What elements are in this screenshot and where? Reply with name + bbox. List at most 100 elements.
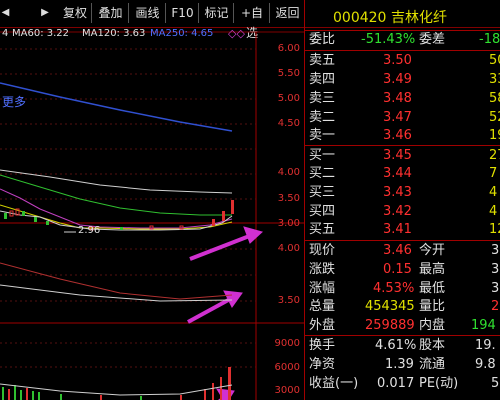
sell2-row[interactable]: 卖二 3.47 52 xyxy=(305,108,500,127)
sell4-row[interactable]: 卖四 3.49 33 xyxy=(305,70,500,89)
stats-value: 19. xyxy=(475,338,496,353)
stock-header: 000420 吉林化纤 xyxy=(305,7,500,29)
scroll-left-icon[interactable]: ◀ xyxy=(0,3,11,23)
overlay-button[interactable]: 叠加 xyxy=(93,3,129,23)
weicha-label: 委差 xyxy=(419,32,446,47)
quote-row-volume: 总量 454345 量比 2 xyxy=(305,297,500,316)
buy3-row[interactable]: 买三 3.43 4 xyxy=(305,183,500,202)
quote-value: 3 xyxy=(491,243,500,258)
weibi-row: 委比 -51.43% 委差 -18 xyxy=(305,30,500,49)
order-price: 3.43 xyxy=(383,185,412,200)
order-price: 3.47 xyxy=(383,110,412,125)
quote-value: 454345 xyxy=(365,299,415,314)
order-volume: 4 xyxy=(489,204,498,219)
order-volume: 52 xyxy=(489,110,500,125)
buy1-row[interactable]: 买一 3.45 27 xyxy=(305,146,500,165)
buy5-row[interactable]: 买五 3.41 12 xyxy=(305,220,500,239)
sell5-row[interactable]: 卖五 3.50 50 xyxy=(305,51,500,70)
order-label: 卖三 xyxy=(309,91,336,106)
mark-button[interactable]: 标记 xyxy=(200,3,234,23)
add-watchlist-button[interactable]: +自选 xyxy=(235,3,270,40)
quote-value: 3 xyxy=(491,262,500,277)
back-button[interactable]: 返回 xyxy=(271,3,304,23)
price-tick: 5.00 xyxy=(277,93,300,104)
sell1-row[interactable]: 卖一 3.46 19 xyxy=(305,126,500,145)
order-volume: 58 xyxy=(489,91,500,106)
quote-label: 量比 xyxy=(419,299,446,314)
order-label: 卖四 xyxy=(309,72,336,87)
more-link[interactable]: 更多 xyxy=(2,93,26,110)
quote-value: 0.15 xyxy=(383,262,412,277)
scroll-right-icon[interactable]: ▶ xyxy=(39,3,51,23)
stats-value: 0.017 xyxy=(377,376,415,391)
order-volume: 12 xyxy=(489,222,500,237)
indicator-first: 4 xyxy=(2,28,9,39)
weibi-value: -51.43% xyxy=(361,32,416,47)
quote-value: 3.46 xyxy=(383,243,412,258)
volume-tick: 3000 xyxy=(274,385,300,396)
stats-row-netasset: 净资 1.39 流通 9.8 xyxy=(305,355,500,374)
order-label: 买三 xyxy=(309,185,336,200)
quote-label: 涨幅 xyxy=(309,281,336,296)
indicator-ma120: MA120: 3.63 xyxy=(82,28,146,39)
quote-label: 最高 xyxy=(419,262,446,277)
low-price-label: 2.96 xyxy=(78,225,101,236)
order-volume: 4 xyxy=(489,185,498,200)
price-tick: 3.00 xyxy=(277,218,300,229)
stats-value: 9.8 xyxy=(475,357,496,372)
price-tick: 4.00 xyxy=(277,167,300,178)
buy2-row[interactable]: 买二 3.44 7 xyxy=(305,164,500,183)
ma120-line xyxy=(0,169,233,194)
stats-label: 收益(一) xyxy=(309,376,359,391)
order-price: 3.46 xyxy=(383,128,412,143)
quote-value: 194 xyxy=(471,318,496,333)
stats-value: 4.61% xyxy=(375,338,417,353)
quote-value: 3 xyxy=(491,281,500,296)
volume-ma-line xyxy=(0,383,233,396)
quote-label: 内盘 xyxy=(419,318,446,333)
weibi-label: 委比 xyxy=(309,32,336,47)
order-volume: 33 xyxy=(489,72,500,87)
order-price: 3.49 xyxy=(383,72,412,87)
weicha-value: -18 xyxy=(479,32,500,47)
f10-button[interactable]: F10 xyxy=(167,3,199,23)
stock-code: 000420 xyxy=(333,10,387,26)
stats-label: 股本 xyxy=(419,338,446,353)
quote-value: 259889 xyxy=(365,318,415,333)
diamond-icon[interactable]: ◇◇ xyxy=(228,27,245,40)
indicator-line-2 xyxy=(0,284,233,302)
stats-row-turnover: 换手 4.61% 股本 19. xyxy=(305,336,500,355)
stats-row-eps: 收益(一) 0.017 PE(动) 5 xyxy=(305,374,500,393)
order-volume: 50 xyxy=(489,53,500,68)
order-label: 买一 xyxy=(309,148,336,163)
quote-row-price: 现价 3.46 今开 3 xyxy=(305,241,500,260)
price-tick: 5.50 xyxy=(277,68,300,79)
indicator-tick: 3.50 xyxy=(277,295,300,306)
quote-label: 涨跌 xyxy=(309,262,336,277)
stock-name: 吉林化纤 xyxy=(391,10,447,26)
quote-value: 2 xyxy=(491,299,500,314)
order-price: 3.41 xyxy=(383,222,412,237)
price-tick: 4.50 xyxy=(277,118,300,129)
indicator-tick: 4.00 xyxy=(277,243,300,254)
buy4-row[interactable]: 买四 3.42 4 xyxy=(305,202,500,221)
kline-chart-area[interactable]: 4 MA60: 3.22 MA120: 3.63 MA250: 4.65 ◇◇ … xyxy=(0,27,304,400)
stats-value: 5 xyxy=(491,376,500,391)
fuquan-button[interactable]: 复权 xyxy=(59,3,92,23)
sell3-row[interactable]: 卖三 3.48 58 xyxy=(305,89,500,108)
ma20-line xyxy=(0,188,233,229)
order-label: 卖二 xyxy=(309,110,336,125)
order-volume: 19 xyxy=(489,128,500,143)
quote-row-change: 涨跌 0.15 最高 3 xyxy=(305,260,500,279)
stats-label: 净资 xyxy=(309,357,336,372)
order-price: 3.45 xyxy=(383,148,412,163)
order-label: 买四 xyxy=(309,204,336,219)
quote-label: 最低 xyxy=(419,281,446,296)
indicator-ma60: MA60: 3.22 xyxy=(12,28,70,39)
volume-tick: 9000 xyxy=(274,338,300,349)
draw-line-button[interactable]: 画线 xyxy=(130,3,166,23)
quote-label: 外盘 xyxy=(309,318,336,333)
quote-panel: 000420 吉林化纤 委比 -51.43% 委差 -18 卖五 3.50 50… xyxy=(304,0,500,400)
order-label: 卖五 xyxy=(309,53,336,68)
indicator-ma250: MA250: 4.65 xyxy=(150,28,214,39)
